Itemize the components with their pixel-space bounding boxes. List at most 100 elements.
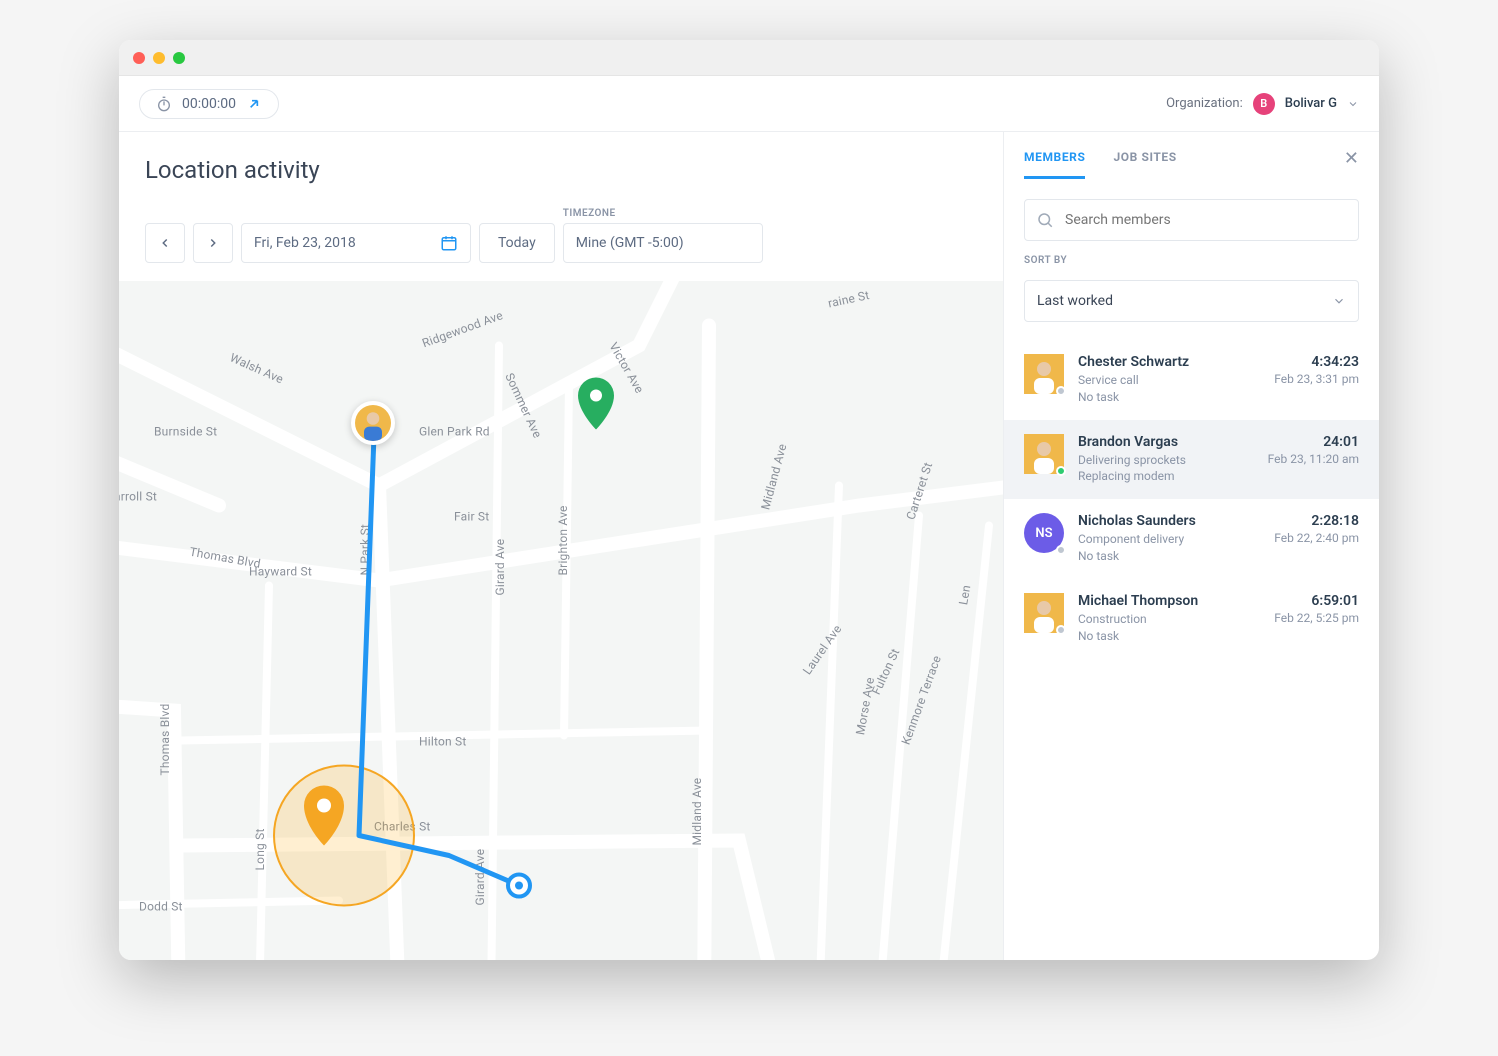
status-dot-icon xyxy=(1056,545,1066,555)
street-label: Hayward St xyxy=(249,565,312,579)
window-maximize-icon[interactable] xyxy=(173,52,185,64)
member-duration: 4:34:23 xyxy=(1274,354,1359,370)
close-icon[interactable]: ✕ xyxy=(1344,148,1359,181)
titlebar xyxy=(119,40,1379,76)
topbar: 00:00:00 Organization: B Bolivar G xyxy=(119,76,1379,132)
member-duration: 24:01 xyxy=(1268,434,1359,450)
member-timestamp: Feb 22, 2:40 pm xyxy=(1274,531,1359,545)
street-label: arroll St xyxy=(119,490,157,504)
member-map-avatar[interactable] xyxy=(351,401,395,445)
member-duration: 6:59:01 xyxy=(1274,593,1359,609)
street-label: Len xyxy=(956,584,973,606)
chevron-down-icon xyxy=(1332,294,1346,308)
search-wrapper xyxy=(1024,199,1359,241)
member-row[interactable]: NS Nicholas Saunders Component deliveryNo … xyxy=(1004,499,1379,579)
app-window: 00:00:00 Organization: B Bolivar G Locat… xyxy=(119,40,1379,960)
org-avatar: B xyxy=(1253,93,1275,115)
member-subtitle: Component delivery xyxy=(1078,531,1260,548)
header-area: Location activity Fri, Feb 23, 2018 Toda… xyxy=(119,132,1003,281)
member-name: Nicholas Saunders xyxy=(1078,513,1260,529)
status-dot-icon xyxy=(1056,386,1066,396)
member-meta: 4:34:23 Feb 23, 3:31 pm xyxy=(1274,354,1359,386)
member-info: Michael ThompsonConstructionNo task xyxy=(1078,593,1260,645)
org-label: Organization: xyxy=(1166,96,1243,111)
tab-job-sites[interactable]: JOB SITES xyxy=(1113,150,1176,179)
member-info: Nicholas Saunders Component deliveryNo ta… xyxy=(1078,513,1260,565)
member-avatar xyxy=(1024,434,1064,474)
search-input[interactable] xyxy=(1024,199,1359,241)
timezone-select[interactable]: Mine (GMT -5:00) xyxy=(563,223,763,263)
sidebar: MEMBERS JOB SITES ✕ SORT BY Last worked … xyxy=(1003,132,1379,960)
date-picker-button[interactable]: Fri, Feb 23, 2018 xyxy=(241,223,471,263)
prev-day-button[interactable] xyxy=(145,223,185,263)
street-label: Brighton Ave xyxy=(556,505,570,575)
member-timestamp: Feb 23, 11:20 am xyxy=(1268,452,1359,466)
sort-select[interactable]: Last worked xyxy=(1024,280,1359,322)
street-label: Long St xyxy=(253,828,267,870)
calendar-icon xyxy=(440,234,458,252)
sidebar-body: SORT BY Last worked xyxy=(1004,181,1379,340)
map-svg: Walsh Ave Burnside St arroll St Thomas B… xyxy=(119,281,1003,960)
org-name: Bolivar G xyxy=(1285,96,1337,111)
member-meta: 6:59:01 Feb 22, 5:25 pm xyxy=(1274,593,1359,625)
expand-arrow-icon xyxy=(246,96,262,112)
member-timestamp: Feb 22, 5:25 pm xyxy=(1274,611,1359,625)
window-minimize-icon[interactable] xyxy=(153,52,165,64)
member-timestamp: Feb 23, 3:31 pm xyxy=(1274,372,1359,386)
stopwatch-icon xyxy=(156,96,172,112)
member-subtitle: Delivering sprockets xyxy=(1078,452,1254,469)
member-name: Chester Schwartz xyxy=(1078,354,1260,370)
member-row[interactable]: Michael ThompsonConstructionNo task 6:59:… xyxy=(1004,579,1379,659)
member-meta: 24:01 Feb 23, 11:20 am xyxy=(1268,434,1359,466)
member-info: Brandon VargasDelivering sprocketsReplac… xyxy=(1078,434,1254,486)
member-duration: 2:28:18 xyxy=(1274,513,1359,529)
street-label: Morse Ave xyxy=(853,676,877,736)
members-list: Chester SchwartzService callNo task4:34:… xyxy=(1004,340,1379,658)
member-subtitle: Service call xyxy=(1078,372,1260,389)
member-avatar: NS xyxy=(1024,513,1064,553)
chevron-down-icon xyxy=(1347,98,1359,110)
org-switcher[interactable]: Organization: B Bolivar G xyxy=(1166,93,1359,115)
date-value: Fri, Feb 23, 2018 xyxy=(254,235,356,251)
street-label: Midland Ave xyxy=(690,778,704,846)
street-label: Thomas Blvd xyxy=(158,704,172,776)
member-row[interactable]: Brandon VargasDelivering sprocketsReplac… xyxy=(1004,420,1379,500)
arrow-right-icon xyxy=(206,236,220,250)
member-row[interactable]: Chester Schwartz Service callNo task 4:34:… xyxy=(1004,340,1379,420)
street-label: Ridgewood Ave xyxy=(420,308,505,350)
member-task: No task xyxy=(1078,628,1260,645)
street-label: Girard Ave xyxy=(473,849,487,906)
current-location-icon xyxy=(508,875,530,897)
main-panel: Location activity Fri, Feb 23, 2018 Toda… xyxy=(119,132,1003,960)
search-icon xyxy=(1036,211,1054,229)
street-label: Burnside St xyxy=(154,425,217,439)
street-label: Laurel Ave xyxy=(800,622,844,677)
sidebar-header: MEMBERS JOB SITES ✕ xyxy=(1004,132,1379,181)
street-label: Midland Ave xyxy=(758,442,789,511)
sidebar-tabs: MEMBERS JOB SITES xyxy=(1024,150,1177,179)
page-title: Location activity xyxy=(145,156,977,184)
street-label: Glen Park Rd xyxy=(419,425,490,439)
window-close-icon[interactable] xyxy=(133,52,145,64)
content: Location activity Fri, Feb 23, 2018 Toda… xyxy=(119,132,1379,960)
street-label: Fair St xyxy=(454,510,489,524)
member-subtitle: Construction xyxy=(1078,611,1260,628)
today-button[interactable]: Today xyxy=(479,223,555,263)
arrow-left-icon xyxy=(158,236,172,250)
street-label: Dodd St xyxy=(139,900,183,914)
street-label: Girard Ave xyxy=(493,539,507,596)
map-view[interactable]: Walsh Ave Burnside St arroll St Thomas B… xyxy=(119,281,1003,960)
street-label: raine St xyxy=(827,288,871,310)
tab-members[interactable]: MEMBERS xyxy=(1024,150,1085,179)
timezone-label: TIMEZONE xyxy=(563,208,763,219)
member-info: Chester Schwartz Service callNo task xyxy=(1078,354,1260,406)
next-day-button[interactable] xyxy=(193,223,233,263)
controls: Fri, Feb 23, 2018 Today TIMEZONE Mine (G… xyxy=(145,208,977,263)
member-task: No task xyxy=(1078,548,1260,565)
street-label: Hilton St xyxy=(419,735,467,749)
timer-pill[interactable]: 00:00:00 xyxy=(139,89,279,119)
timer-value: 00:00:00 xyxy=(182,96,236,112)
member-task: No task xyxy=(1078,389,1260,406)
geofence-circle xyxy=(274,766,414,906)
timezone-group: TIMEZONE Mine (GMT -5:00) xyxy=(563,208,763,263)
